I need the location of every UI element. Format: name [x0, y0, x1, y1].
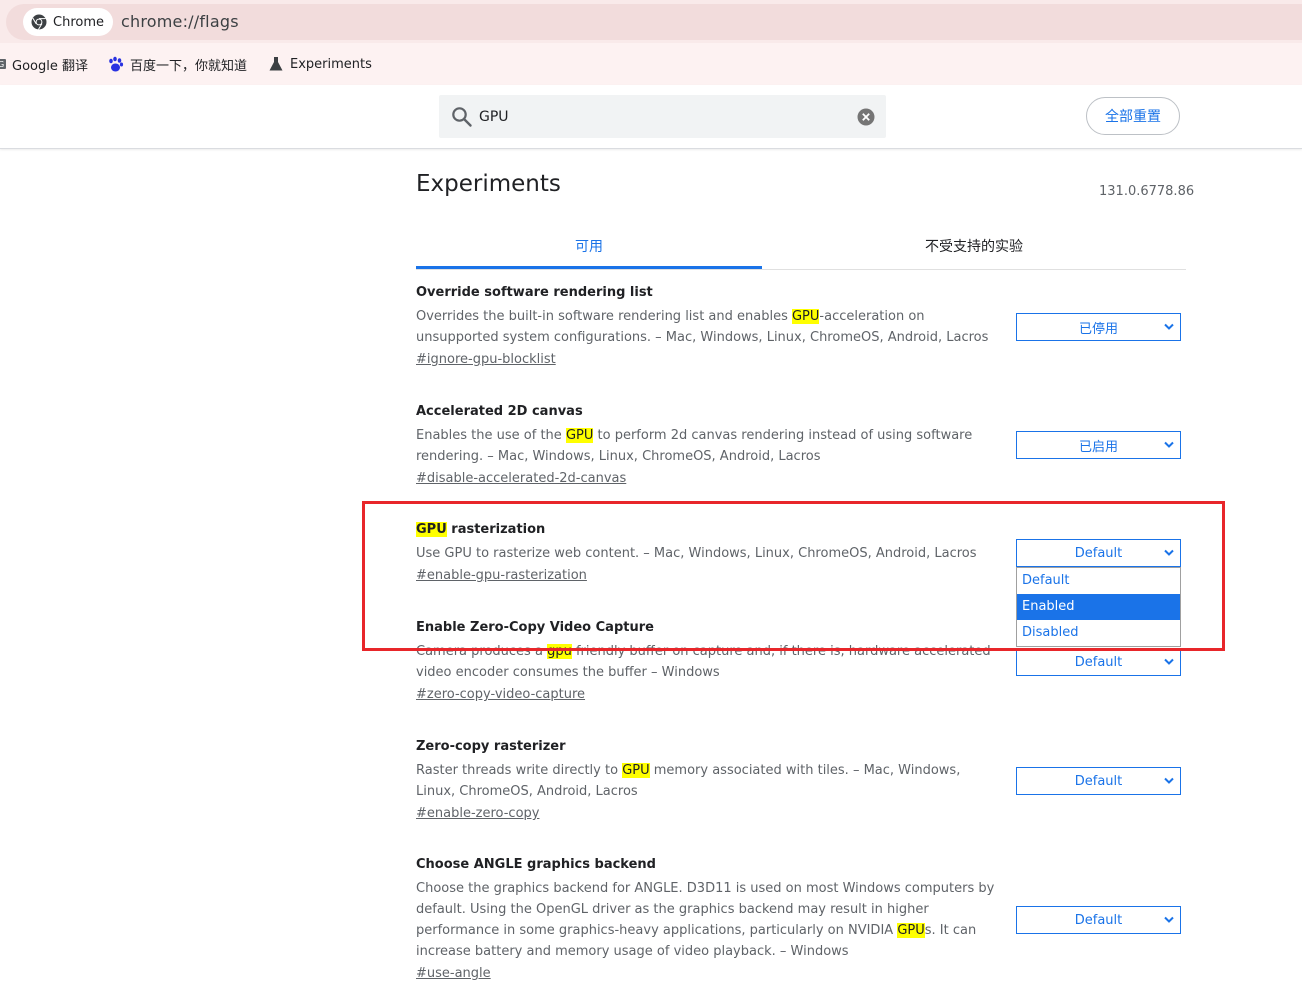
experiment-title-text: Enable Zero-Copy Video Capture: [416, 620, 654, 635]
tab-unavailable[interactable]: 不受支持的实验: [762, 228, 1186, 269]
search-match-highlight: GPU: [897, 923, 925, 938]
site-info-chip[interactable]: Chrome: [23, 8, 113, 36]
experiment-description: Camera produces a gpu friendly buffer on…: [416, 641, 998, 683]
chevron-down-icon: [1164, 777, 1174, 784]
select-value: Default: [1074, 545, 1123, 561]
experiment-title: Accelerated 2D canvas: [416, 402, 1186, 422]
description-text: Overrides the built-in software renderin…: [416, 309, 792, 324]
experiment-permalink[interactable]: #disable-accelerated-2d-canvas: [416, 469, 626, 489]
tab-available[interactable]: 可用: [416, 228, 762, 269]
bookmark-google-translate[interactable]: G Google 翻译: [0, 55, 88, 74]
experiment-permalink[interactable]: #use-angle: [416, 964, 491, 984]
dropdown-option-disabled[interactable]: Disabled: [1017, 620, 1180, 646]
bookmarks-bar: G Google 翻译 百度一下，你就知道 Experiments: [0, 43, 1302, 85]
experiment-permalink[interactable]: #enable-zero-copy: [416, 804, 539, 824]
google-translate-icon: G: [0, 59, 6, 69]
dropdown-option-enabled[interactable]: Enabled: [1017, 594, 1180, 620]
experiment-title: Choose ANGLE graphics backend: [416, 855, 1186, 875]
reset-all-button[interactable]: 全部重置: [1086, 97, 1180, 135]
chevron-down-icon: [1164, 549, 1174, 556]
experiment-permalink[interactable]: #ignore-gpu-blocklist: [416, 350, 556, 370]
svg-text:G: G: [0, 60, 4, 69]
search-match-highlight: GPU: [791, 309, 820, 324]
page-title: Experiments: [416, 171, 561, 197]
experiment-permalink[interactable]: #zero-copy-video-capture: [416, 685, 585, 705]
experiment-description: Overrides the built-in software renderin…: [416, 306, 998, 348]
experiment-title-text: Override software rendering list: [416, 285, 653, 300]
bookmark-label: Google 翻译: [12, 58, 88, 74]
experiment-description: Raster threads write directly to GPU mem…: [416, 760, 998, 802]
experiment-title-text: Accelerated 2D canvas: [416, 404, 583, 419]
experiment-title-text: Choose ANGLE graphics backend: [416, 857, 656, 872]
tabs-divider: [416, 269, 1186, 270]
select-value: Default: [1074, 654, 1123, 670]
experiment-title-text: rasterization: [446, 522, 546, 537]
experiment-description: Enables the use of the GPU to perform 2d…: [416, 425, 998, 467]
description-text: Use GPU to rasterize web content. – Mac,…: [416, 546, 977, 561]
omnibox[interactable]: Chrome chrome://flags: [6, 4, 1302, 40]
flags-header: 全部重置: [0, 85, 1302, 149]
chevron-down-icon: [1164, 916, 1174, 923]
description-text: Camera produces a: [416, 644, 548, 659]
experiment-state-select[interactable]: Default: [1016, 767, 1181, 795]
select-dropdown-list: Default Enabled Disabled: [1016, 567, 1181, 647]
site-chip-label: Chrome: [53, 14, 104, 30]
experiment-state-select[interactable]: 已停用: [1016, 313, 1181, 341]
url-text[interactable]: chrome://flags: [121, 12, 239, 31]
dropdown-option-default[interactable]: Default: [1017, 568, 1180, 594]
chevron-down-icon: [1164, 441, 1174, 448]
experiment-description: Use GPU to rasterize web content. – Mac,…: [416, 543, 998, 564]
search-match-highlight: gpu: [547, 644, 572, 659]
experiment-title: Override software rendering list: [416, 283, 1186, 303]
chevron-down-icon: [1164, 323, 1174, 330]
bookmark-label: 百度一下，你就知道: [130, 58, 248, 74]
bookmark-label: Experiments: [290, 56, 372, 72]
select-value: Default: [1074, 912, 1123, 928]
bookmark-experiments[interactable]: Experiments: [268, 55, 372, 73]
bookmark-baidu[interactable]: 百度一下，你就知道: [107, 55, 248, 74]
select-value: Default: [1074, 773, 1123, 789]
search-box[interactable]: [439, 95, 886, 138]
baidu-paw-icon: [109, 56, 124, 71]
select-value: 已停用: [1078, 321, 1118, 337]
address-bar-area: Chrome chrome://flags: [0, 0, 1302, 43]
description-text: Raster threads write directly to: [416, 763, 623, 778]
flask-icon: [269, 57, 283, 71]
version-label: 131.0.6778.86: [1099, 184, 1195, 199]
search-match-highlight: GPU: [416, 522, 447, 537]
select-value: 已启用: [1078, 439, 1118, 455]
experiment-description: Choose the graphics backend for ANGLE. D…: [416, 878, 998, 962]
experiment-state-select[interactable]: 已启用: [1016, 431, 1181, 459]
search-match-highlight: GPU: [565, 428, 594, 443]
clear-search-icon[interactable]: [857, 108, 875, 126]
experiment-permalink[interactable]: #enable-gpu-rasterization: [416, 566, 587, 586]
search-icon: [452, 107, 472, 127]
experiment-title: GPU rasterization: [416, 520, 1186, 540]
experiment-state-select[interactable]: Default: [1016, 906, 1181, 934]
chevron-down-icon: [1164, 658, 1174, 665]
search-input[interactable]: [479, 95, 839, 138]
experiment-title-text: Zero-copy rasterizer: [416, 739, 566, 754]
description-text: Enables the use of the: [416, 428, 566, 443]
search-match-highlight: GPU: [622, 763, 650, 778]
chrome-logo-icon: [31, 14, 47, 30]
experiment-title: Zero-copy rasterizer: [416, 737, 1186, 757]
experiment-state-select[interactable]: Default: [1016, 648, 1181, 676]
experiment-state-select[interactable]: Default: [1016, 539, 1181, 567]
